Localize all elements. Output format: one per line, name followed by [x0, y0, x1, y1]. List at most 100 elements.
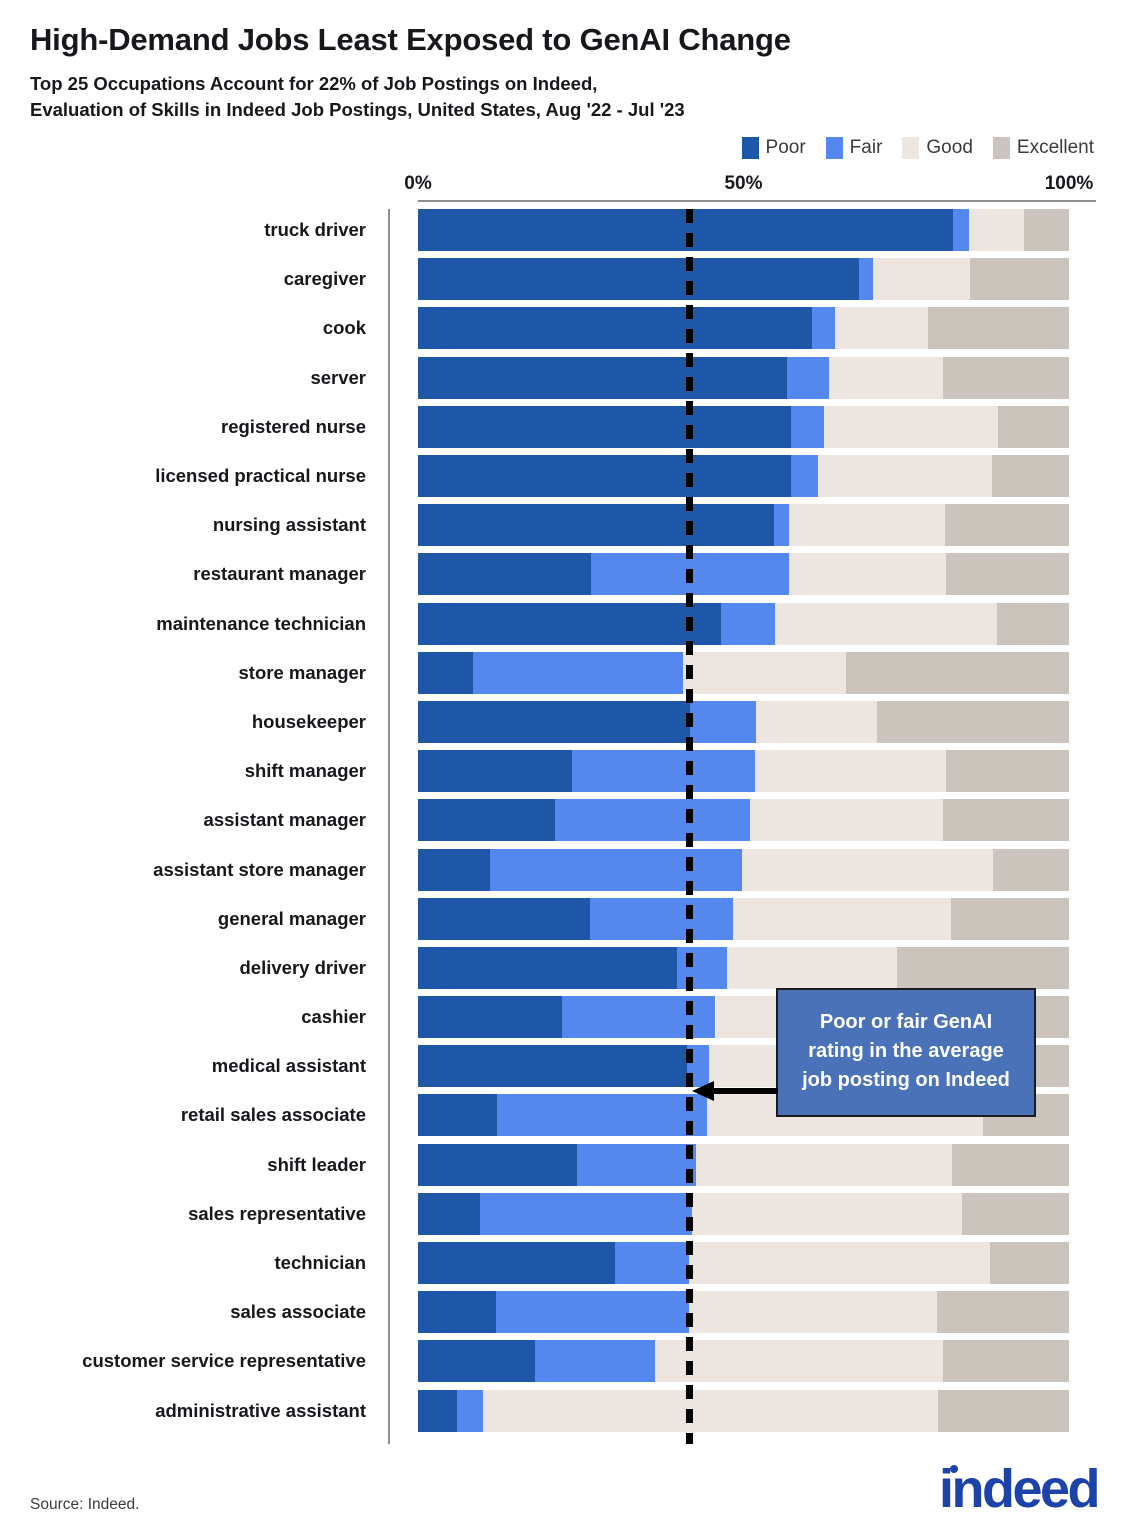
y-axis-label: technician — [274, 1252, 367, 1274]
bar-segment-excellent — [1024, 209, 1069, 252]
legend-label: Good — [926, 137, 973, 159]
bar-segment-poor — [418, 897, 590, 940]
bar-segment-excellent — [962, 1192, 1069, 1235]
bar-segment-poor — [418, 356, 788, 399]
average-reference-line — [686, 209, 693, 1444]
bar-segment-good — [834, 307, 929, 350]
y-axis-label: sales representative — [188, 1202, 366, 1224]
bar-segment-excellent — [945, 504, 1069, 547]
bar-segment-poor — [418, 750, 573, 793]
bar-segment-fair — [677, 946, 728, 989]
stacked-bar — [418, 700, 1069, 743]
legend-swatch-good-icon — [902, 137, 920, 160]
chart-footer: Source: Indeed. indeed — [0, 1452, 1126, 1536]
bar-row: server — [0, 356, 1126, 399]
bar-segment-good — [483, 1389, 939, 1432]
bar-segment-fair — [554, 799, 750, 842]
bar-segment-fair — [615, 1242, 690, 1285]
legend-item-fair: Fair — [825, 137, 883, 160]
bar-segment-fair — [791, 455, 818, 498]
bar-segment-poor — [418, 996, 562, 1039]
bar-row: truck driver — [0, 209, 1126, 252]
bar-row: maintenance technician — [0, 602, 1126, 645]
y-axis-label: truck driver — [264, 219, 366, 241]
bar-segment-fair — [791, 405, 825, 448]
indeed-logo: indeed — [939, 1462, 1101, 1516]
legend-item-poor: Poor — [741, 137, 806, 160]
bar-segment-fair — [457, 1389, 484, 1432]
bar-segment-fair — [479, 1192, 693, 1235]
stacked-bar — [418, 602, 1069, 645]
stacked-bar — [418, 504, 1069, 547]
stacked-bar — [418, 1192, 1069, 1235]
bar-segment-poor — [418, 553, 592, 596]
bar-segment-fair — [811, 307, 835, 350]
legend-label: Fair — [849, 137, 883, 159]
y-axis-label: server — [310, 366, 366, 388]
annotation-callout: Poor or fair GenAI rating in the average… — [776, 988, 1036, 1117]
y-axis-label: customer service representative — [82, 1350, 366, 1372]
bar-segment-good — [695, 1143, 953, 1186]
bar-row: assistant store manager — [0, 848, 1126, 891]
bar-segment-poor — [418, 307, 812, 350]
bar-segment-excellent — [937, 1291, 1069, 1334]
bar-segment-good — [688, 1291, 938, 1334]
bar-row: general manager — [0, 897, 1126, 940]
bar-segment-fair — [576, 1143, 696, 1186]
legend-item-good: Good — [902, 137, 973, 160]
bar-segment-good — [692, 1192, 963, 1235]
bar-segment-poor — [418, 455, 792, 498]
stacked-bar — [418, 651, 1069, 694]
bar-segment-fair — [690, 700, 756, 743]
bar-segment-fair — [858, 258, 874, 301]
y-axis-label: medical assistant — [211, 1055, 366, 1077]
y-axis-label: maintenance technician — [156, 612, 366, 634]
bar-segment-fair — [472, 651, 683, 694]
y-axis-label: licensed practical nurse — [155, 465, 366, 487]
bar-segment-fair — [490, 848, 742, 891]
legend-swatch-poor-icon — [741, 137, 759, 160]
stacked-bar — [418, 750, 1069, 793]
chart-page: High-Demand Jobs Least Exposed to GenAI … — [0, 0, 1126, 1516]
bar-segment-poor — [418, 405, 792, 448]
source-note: Source: Indeed. — [30, 1496, 140, 1513]
bar-row: sales associate — [0, 1291, 1126, 1334]
x-axis-tick-0: 0% — [404, 173, 432, 195]
y-axis-label: restaurant manager — [193, 563, 366, 585]
y-axis-label: store manager — [238, 661, 367, 683]
bar-segment-fair — [589, 897, 734, 940]
bar-segment-excellent — [942, 1340, 1069, 1383]
bar-segment-good — [829, 356, 944, 399]
bar-row: administrative assistant — [0, 1389, 1126, 1432]
y-axis-label: administrative assistant — [155, 1399, 366, 1421]
bar-segment-excellent — [942, 799, 1069, 842]
bar-segment-good — [789, 553, 946, 596]
bar-segment-good — [873, 258, 971, 301]
y-axis-label: general manager — [217, 907, 366, 929]
indeed-logo-dot — [949, 1465, 958, 1473]
bar-segment-poor — [418, 651, 473, 694]
y-axis-label: shift leader — [267, 1153, 366, 1175]
stacked-bar — [418, 1340, 1069, 1383]
stacked-bar — [418, 209, 1069, 252]
stacked-bar — [418, 1242, 1069, 1285]
chart-subtitle: Top 25 Occupations Account for 22% of Jo… — [30, 72, 685, 120]
bar-row: delivery driver — [0, 946, 1126, 989]
bar-segment-excellent — [991, 455, 1069, 498]
bar-row: cook — [0, 307, 1126, 350]
bar-segment-poor — [418, 848, 491, 891]
bar-segment-good — [774, 602, 997, 645]
stacked-bar — [418, 1291, 1069, 1334]
stacked-bar — [418, 356, 1069, 399]
stacked-bar — [418, 405, 1069, 448]
bar-segment-poor — [418, 946, 678, 989]
stacked-bar — [418, 897, 1069, 940]
bar-row: sales representative — [0, 1192, 1126, 1235]
y-axis-label: registered nurse — [221, 415, 366, 437]
y-axis-label: cashier — [301, 1006, 366, 1028]
annotation-arrow-icon — [692, 1081, 778, 1101]
bar-rows: truck driver caregiver cook server registere… — [0, 209, 1126, 1444]
x-axis-tick-labels: 0% 50% 100% — [0, 173, 1126, 199]
bar-row: caregiver — [0, 258, 1126, 301]
legend-item-excellent: Excellent — [992, 137, 1094, 160]
